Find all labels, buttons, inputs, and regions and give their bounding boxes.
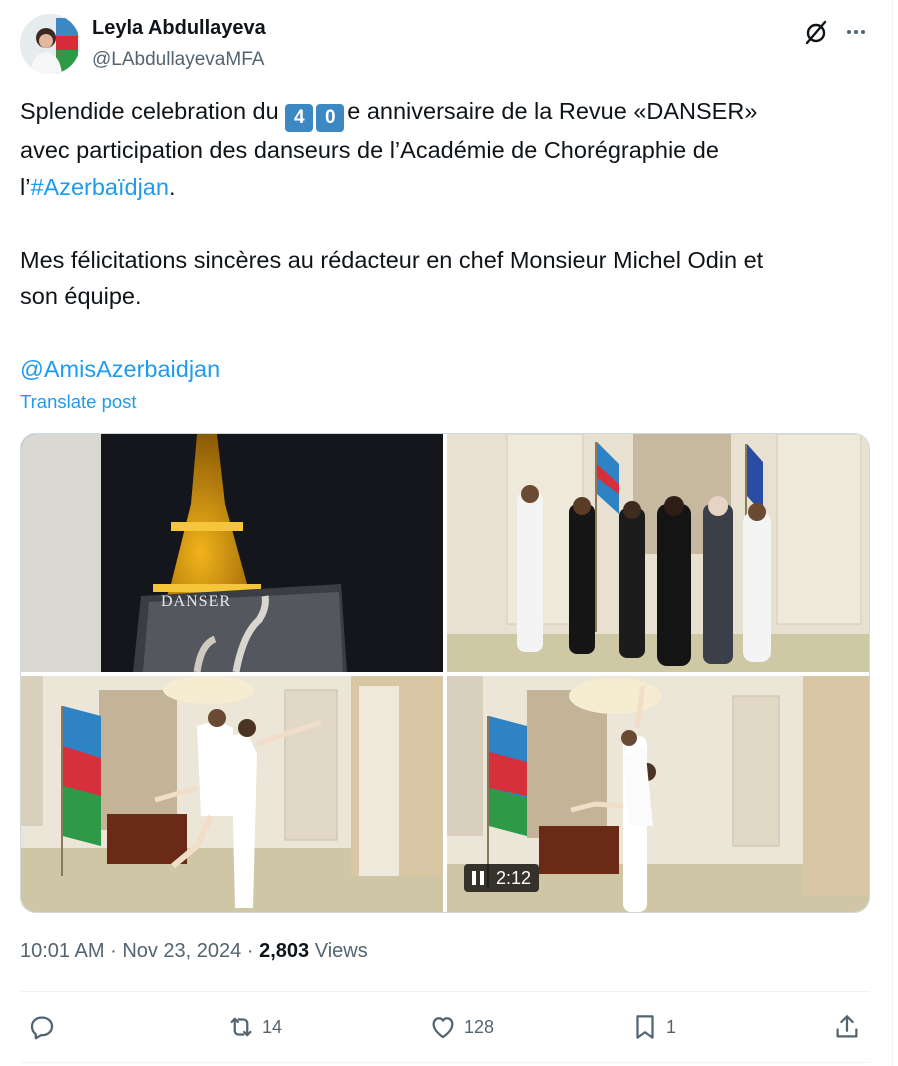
video-player-badge[interactable]: 2:12 [464, 864, 540, 892]
video-duration: 2:12 [496, 867, 532, 888]
magazine-title: DANSER [161, 593, 231, 610]
bookmark-count: 1 [666, 1016, 677, 1037]
reply-icon [30, 1016, 54, 1040]
views-label: Views [314, 940, 368, 962]
photo-dancers-pose[interactable] [21, 676, 443, 912]
bookmark-icon [636, 1015, 654, 1039]
mention-link[interactable]: @AmisAzerbaidjan [20, 356, 220, 382]
media-grid: DANSER [20, 433, 870, 913]
photo-eiffel-tower[interactable]: DANSER [21, 434, 443, 672]
reply-button[interactable] [27, 1012, 57, 1042]
post-text-segment: Splendide celebration du [20, 98, 286, 124]
like-icon [432, 1017, 454, 1039]
post-text: Splendide celebration du 40e anniversair… [20, 93, 870, 388]
author-handle[interactable]: @LAbdullayevaMFA [92, 49, 264, 71]
post-date[interactable]: Nov 23, 2024 [122, 940, 241, 962]
post-text-line: avec participation des danseurs de l’Aca… [20, 137, 719, 163]
column-border [892, 0, 893, 1066]
keycap-four: 4 [285, 104, 314, 132]
divider [20, 1062, 870, 1063]
post-text-segment: l’ [20, 173, 31, 200]
repost-icon [230, 1017, 252, 1037]
like-button[interactable]: 128 [428, 1012, 494, 1042]
share-button[interactable] [832, 1012, 862, 1042]
post-text-line: Mes félicitations sincères au rédacteur … [20, 246, 764, 273]
avatar[interactable] [20, 14, 80, 74]
post-text-segment: e anniversaire de la Revue «DANSER» [347, 98, 758, 124]
divider [20, 991, 870, 992]
views-count: 2,803 [259, 940, 310, 962]
post-meta: 10:01 AM · Nov 23, 2024 · 2,803 Views [20, 940, 368, 963]
pause-icon[interactable] [472, 871, 484, 885]
avatar-image [20, 14, 80, 74]
more-icon[interactable] [842, 18, 870, 46]
post-time[interactable]: 10:01 AM [20, 940, 105, 962]
translate-post-link[interactable]: Translate post [20, 391, 137, 413]
meta-separator: · [110, 940, 117, 962]
grok-icon[interactable] [802, 18, 830, 46]
bookmark-button[interactable]: 1 [630, 1012, 676, 1042]
hashtag-link[interactable]: #Azerbaïdjan [30, 174, 169, 200]
like-count: 128 [464, 1016, 495, 1037]
photo-group[interactable] [447, 434, 869, 672]
post-text-line: son équipe. [20, 283, 142, 309]
repost-button[interactable]: 14 [226, 1012, 282, 1042]
repost-count: 14 [262, 1016, 283, 1037]
keycap-zero: 0 [316, 104, 345, 132]
author-name[interactable]: Leyla Abdullayeva [92, 17, 266, 40]
post-text-segment: . [168, 173, 176, 200]
meta-separator: · [246, 940, 254, 962]
share-icon [836, 1015, 858, 1038]
